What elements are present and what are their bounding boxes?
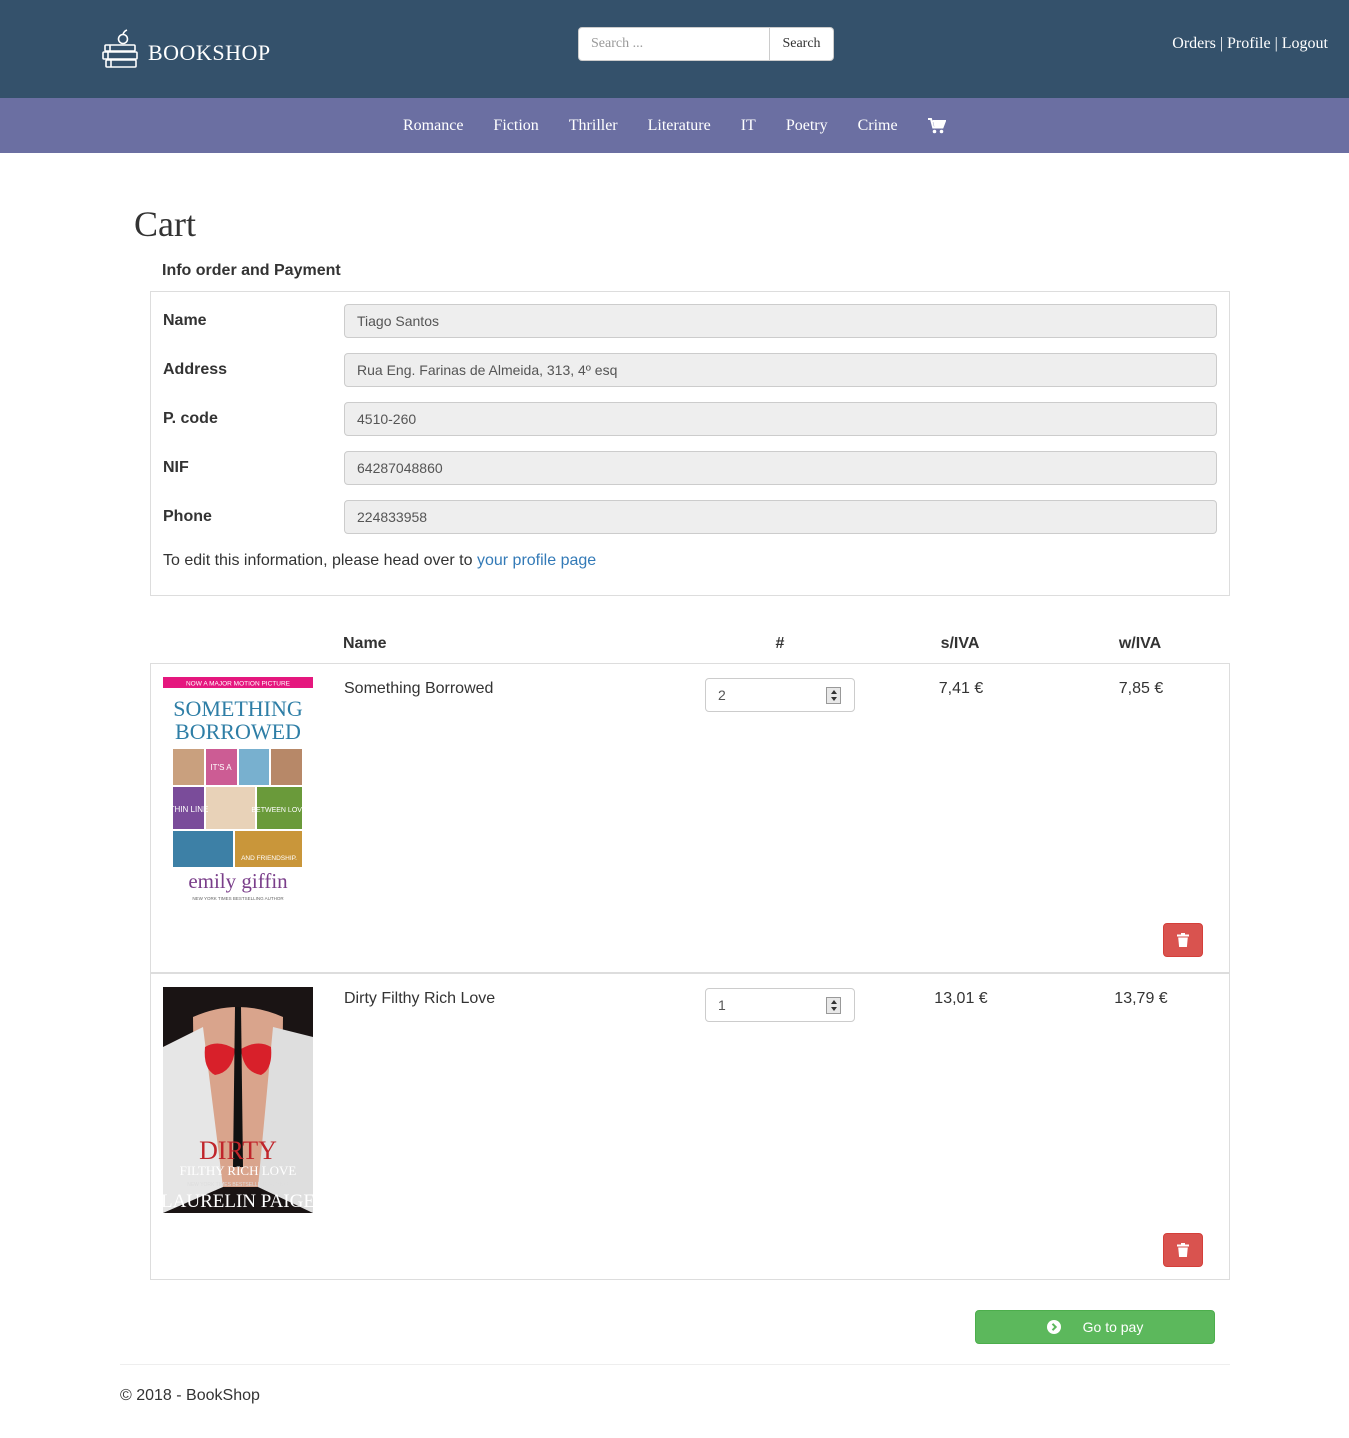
remove-item-button[interactable] (1163, 923, 1203, 957)
quantity-spinner[interactable] (826, 687, 841, 704)
cover-banner: NOW A MAJOR MOTION PICTURE (186, 681, 291, 688)
column-header-price-ex-vat: s/IVA (940, 635, 980, 652)
quantity-value: 1 (718, 997, 726, 1013)
cover-title-line2: BORROWED (175, 719, 301, 744)
quantity-input[interactable]: 2 (705, 678, 855, 712)
nav-item-poetry[interactable]: Poetry (771, 117, 843, 135)
nav-item-it[interactable]: IT (726, 117, 771, 135)
logout-link[interactable]: Logout (1282, 35, 1328, 53)
name-field: Tiago Santos (344, 304, 1217, 338)
info-row-phone: Phone 224833958 (163, 500, 1217, 534)
column-header-name: Name (343, 635, 387, 652)
cover-footer: NEW YORK TIMES BESTSELLING AUTHOR (187, 1182, 289, 1188)
profile-page-link[interactable]: your profile page (477, 552, 596, 569)
edit-info-note: To edit this information, please head ov… (163, 552, 596, 570)
remove-item-button[interactable] (1163, 1233, 1203, 1267)
chevron-circle-right-icon (1046, 1320, 1061, 1334)
phone-field: 224833958 (344, 500, 1217, 534)
nav-item-thriller[interactable]: Thriller (554, 117, 633, 135)
address-label: Address (163, 361, 228, 378)
orders-link[interactable]: Orders (1172, 35, 1216, 53)
cover-tag: BETWEEN LOVE (251, 807, 307, 814)
nif-label: NIF (163, 459, 189, 476)
nav-item-fiction[interactable]: Fiction (478, 117, 553, 135)
bookshop-logo[interactable]: BOOKSHOP (101, 28, 271, 70)
nav-item-crime[interactable]: Crime (843, 117, 913, 135)
profile-link[interactable]: Profile (1227, 35, 1271, 53)
go-to-pay-button[interactable]: Go to pay (975, 1310, 1215, 1344)
address-field: Rua Eng. Farinas de Almeida, 313, 4º esq (344, 353, 1217, 387)
separator: | (1274, 35, 1278, 52)
price-ex-vat: 7,41 € (938, 680, 984, 697)
search-input[interactable] (578, 27, 770, 61)
cart-item: DIRTY FILTHY RICH LOVE NEW YORK TIMES BE… (151, 972, 1229, 1280)
footer-copyright: © 2018 - BookShop (120, 1387, 260, 1404)
book-cover-dirty-filthy-rich-love: DIRTY FILTHY RICH LOVE NEW YORK TIMES BE… (163, 987, 313, 1213)
info-row-nif: NIF 64287048860 (163, 451, 1217, 485)
cover-tag: THIN LINE (170, 805, 209, 814)
price-with-vat: 7,85 € (1118, 680, 1164, 697)
book-cover-something-borrowed: NOW A MAJOR MOTION PICTURE SOMETHING BOR… (163, 677, 313, 903)
edit-info-text: To edit this information, please head ov… (163, 552, 477, 569)
name-label: Name (163, 312, 207, 329)
book-stack-apple-icon (102, 29, 138, 68)
category-nav: Romance Fiction Thriller Literature IT P… (0, 98, 1349, 153)
trash-icon (1177, 1243, 1189, 1257)
footer-divider (120, 1364, 1230, 1365)
cart-icon[interactable] (913, 117, 961, 134)
search-form: Search (578, 27, 834, 61)
cover-author: emily giffin (188, 869, 288, 893)
cover-footer: NEW YORK TIMES BESTSELLING AUTHOR (192, 896, 284, 901)
search-button[interactable]: Search (770, 27, 834, 61)
cover-title-line2: FILTHY RICH LOVE (180, 1163, 297, 1178)
page-title: Cart (134, 204, 196, 244)
cart-item: NOW A MAJOR MOTION PICTURE SOMETHING BOR… (151, 664, 1229, 972)
cover-tag: IT'S A (210, 763, 232, 772)
column-header-price-with-vat: w/IVA (1118, 635, 1162, 652)
nav-item-romance[interactable]: Romance (388, 117, 478, 135)
quantity-value: 2 (718, 687, 726, 703)
go-to-pay-label: Go to pay (1082, 1319, 1144, 1335)
user-links: Orders | Profile | Logout (1172, 35, 1328, 53)
trash-icon (1177, 933, 1189, 947)
nav-item-literature[interactable]: Literature (633, 117, 726, 135)
nif-field: 64287048860 (344, 451, 1217, 485)
price-with-vat: 13,79 € (1114, 990, 1168, 1007)
cart-items: NOW A MAJOR MOTION PICTURE SOMETHING BOR… (150, 663, 1230, 1280)
separator: | (1219, 35, 1224, 52)
info-row-address: Address Rua Eng. Farinas de Almeida, 313… (163, 353, 1217, 387)
order-info-panel: Name Tiago Santos Address Rua Eng. Farin… (150, 291, 1230, 596)
pcode-label: P. code (163, 410, 218, 427)
pcode-field: 4510-260 (344, 402, 1217, 436)
column-header-qty: # (775, 635, 785, 652)
cover-title-line1: DIRTY (199, 1136, 277, 1165)
item-name: Dirty Filthy Rich Love (344, 990, 496, 1007)
cover-author: LAURELIN PAIGE (163, 1191, 313, 1212)
logo-text: BOOKSHOP (148, 40, 271, 65)
cover-title-line1: SOMETHING (173, 696, 303, 721)
quantity-input[interactable]: 1 (705, 988, 855, 1022)
info-row-name: Name Tiago Santos (163, 304, 1217, 338)
quantity-spinner[interactable] (826, 997, 841, 1014)
top-header: BOOKSHOP Search Orders | Profile | Logou… (0, 0, 1349, 98)
cover-tag: AND FRIENDSHIP. (241, 855, 297, 862)
phone-label: Phone (163, 508, 212, 525)
price-ex-vat: 13,01 € (934, 990, 988, 1007)
section-title: Info order and Payment (162, 262, 341, 279)
info-row-pcode: P. code 4510-260 (163, 402, 1217, 436)
item-name: Something Borrowed (344, 680, 494, 697)
